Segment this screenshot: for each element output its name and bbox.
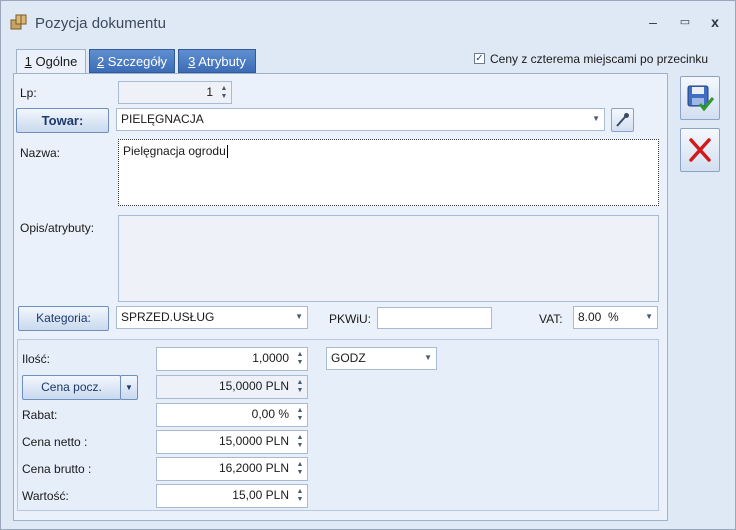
tab-ogolne-accel: 1 [24,54,32,69]
ilosc-label: Ilość: [22,352,51,366]
rabat-spin-icon[interactable]: ▲ ▼ [293,404,307,426]
unit-select[interactable]: GODZ ▼ [326,347,437,370]
title-bar: Pozycja dokumentu – ▭ x [1,1,735,43]
cena-pocz-button[interactable]: Cena pocz. [22,375,121,400]
ilosc-spin-icon[interactable]: ▲ ▼ [293,348,307,370]
tab-szczegoly-label: Szczegóły [104,54,168,69]
rabat-stepper[interactable]: 0,00 % ▲ ▼ [156,403,308,427]
cena-netto-value: 15,0000 PLN [218,434,289,448]
wartosc-value: 15,00 PLN [232,488,289,502]
towar-button[interactable]: Towar: [16,108,109,133]
cena-brutto-spin-icon[interactable]: ▲ ▼ [293,458,307,480]
opis-textarea[interactable] [118,215,659,302]
rabat-label: Rabat: [22,408,58,422]
ilosc-value: 1,0000 [252,351,289,365]
tab-szczegoly[interactable]: 2 Szczegóły [89,49,175,73]
cena-pocz-value: 15,0000 PLN [218,379,289,393]
kategoria-button[interactable]: Kategoria: [18,306,109,331]
cena-pocz-spin-icon[interactable]: ▲ ▼ [293,376,307,398]
unit-value: GODZ [331,351,366,365]
nazwa-label: Nazwa: [20,146,61,160]
kategoria-select[interactable]: SPRZED.USŁUG ▼ [116,306,308,329]
chevron-down-icon: ▼ [645,312,653,321]
lp-label: Lp: [20,86,37,100]
four-decimals-label: Ceny z czterema miejscami po przecinku [490,52,709,66]
lp-spin-icon[interactable]: ▲ ▼ [217,82,231,103]
cena-brutto-stepper[interactable]: 16,2000 PLN ▲ ▼ [156,457,308,481]
close-window-button[interactable]: x [705,13,725,31]
pipette-icon [616,113,629,127]
cancel-button[interactable] [680,128,720,172]
pkwiu-label: PKWiU: [329,312,371,326]
chevron-down-icon: ▼ [125,383,133,392]
chevron-down-icon: ▼ [424,353,432,362]
towar-select[interactable]: PIELĘGNACJA ▼ [116,108,605,131]
kategoria-value: SPRZED.USŁUG [121,310,215,324]
cena-pocz-stepper[interactable]: 15,0000 PLN ▲ ▼ [156,375,308,399]
cena-brutto-value: 16,2000 PLN [218,461,289,475]
cena-netto-spin-icon[interactable]: ▲ ▼ [293,431,307,453]
cena-netto-label: Cena netto : [22,435,88,449]
vat-label: VAT: [539,312,563,326]
save-icon [687,85,715,112]
ilosc-stepper[interactable]: 1,0000 ▲ ▼ [156,347,308,371]
towar-lookup-button[interactable] [611,108,634,132]
tab-ogolne[interactable]: 1 Ogólne [16,49,86,75]
vat-select[interactable]: 8.00 % ▼ [573,306,658,329]
lp-stepper[interactable]: 1 ▲ ▼ [118,81,232,104]
tab-atrybuty[interactable]: 3 Atrybuty [178,49,256,73]
maximize-button[interactable]: ▭ [675,13,695,31]
cena-pocz-dropdown[interactable]: ▼ [120,375,138,400]
towar-value: PIELĘGNACJA [121,112,204,126]
wartosc-stepper[interactable]: 15,00 PLN ▲ ▼ [156,484,308,508]
opis-label: Opis/atrybuty: [20,221,95,235]
tab-atrybuty-label: Atrybuty [195,54,246,69]
chevron-down-icon: ▼ [295,312,303,321]
chevron-down-icon: ▼ [592,114,600,123]
wartosc-spin-icon[interactable]: ▲ ▼ [293,485,307,507]
nazwa-textarea[interactable]: Pielęgnacja ogrodu [118,139,659,206]
lp-value: 1 [206,85,213,99]
tab-ogolne-label: Ogólne [31,54,78,69]
minimize-button[interactable]: – [643,13,663,31]
package-icon [10,14,27,30]
document-item-window: Pozycja dokumentu – ▭ x 1 Ogólne 2 Szcze… [0,0,736,530]
pkwiu-input[interactable] [377,307,492,329]
cena-brutto-label: Cena brutto : [22,462,92,476]
cena-netto-stepper[interactable]: 15,0000 PLN ▲ ▼ [156,430,308,454]
text-cursor [226,145,228,159]
save-button[interactable] [680,76,720,120]
rabat-value: 0,00 % [251,407,289,421]
four-decimals-checkbox[interactable]: ✓ [474,53,485,64]
nazwa-value: Pielęgnacja ogrodu [123,144,226,158]
vat-value: 8.00 % [578,310,619,324]
window-title: Pozycja dokumentu [35,15,166,32]
wartosc-label: Wartość: [22,489,69,503]
close-icon [689,138,711,162]
